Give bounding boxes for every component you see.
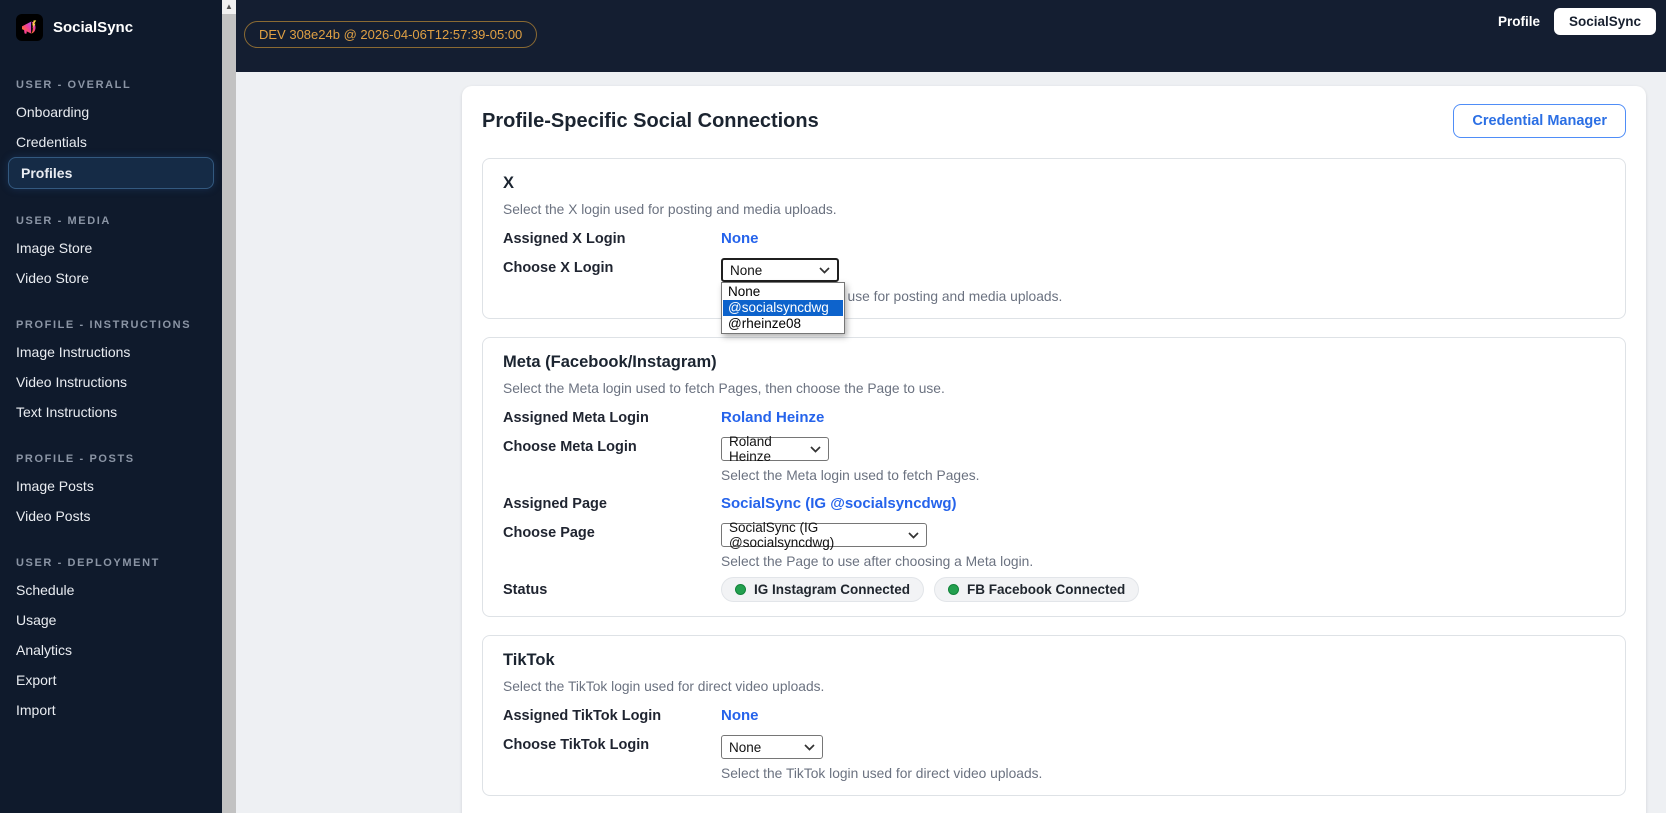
section-meta-heading: Meta (Facebook/Instagram) — [503, 353, 717, 371]
assigned-x-login-label: Assigned X Login — [503, 231, 626, 247]
sidebar-item-image-store[interactable]: Image Store — [0, 233, 222, 263]
x-login-dropdown: None @socialsyncdwg @rheinze08 — [721, 282, 845, 334]
nav-section-label: USER - MEDIA — [16, 215, 111, 227]
assigned-page-value: SocialSync (IG @socialsyncdwg) — [721, 494, 957, 512]
facebook-status-badge: FB Facebook Connected — [934, 576, 1140, 602]
nav-section-profile-instructions: PROFILE - INSTRUCTIONS Image Instruction… — [0, 313, 222, 427]
top-right-group: Profile SocialSync — [1498, 8, 1656, 35]
main-content-area: Profile-Specific Social Connections Cred… — [236, 72, 1666, 813]
connected-dot-icon — [735, 583, 746, 595]
section-tiktok: TikTok Select the TikTok login used for … — [482, 635, 1626, 796]
assigned-x-login-row: Assigned X Login None — [503, 225, 1605, 251]
assigned-meta-login-row: Assigned Meta Login Roland Heinze — [503, 404, 1605, 430]
credential-manager-button[interactable]: Credential Manager — [1453, 104, 1626, 138]
sidebar-item-credentials[interactable]: Credentials — [0, 127, 222, 157]
connections-card: Profile-Specific Social Connections Cred… — [462, 86, 1646, 813]
chevron-down-icon — [804, 743, 815, 751]
assigned-page-row: Assigned Page SocialSync (IG @socialsync… — [503, 490, 1605, 516]
status-row: Status IG Instagram Connected FB Faceboo… — [503, 576, 1605, 602]
sidebar-item-video-posts[interactable]: Video Posts — [0, 501, 222, 531]
sidebar-item-usage[interactable]: Usage — [0, 605, 222, 635]
choose-tiktok-login-label: Choose TikTok Login — [503, 737, 650, 753]
section-tiktok-description: Select the TikTok login used for direct … — [503, 679, 825, 694]
profile-selector-button[interactable]: SocialSync — [1553, 8, 1656, 35]
nav-section-label: USER - DEPLOYMENT — [16, 557, 160, 569]
sidebar-item-text-instructions[interactable]: Text Instructions — [0, 397, 222, 427]
choose-page-label: Choose Page — [503, 525, 595, 541]
sidebar-item-analytics[interactable]: Analytics — [0, 635, 222, 665]
choose-page-select[interactable]: SocialSync (IG @socialsyncdwg) — [721, 520, 927, 550]
sidebar-item-profiles[interactable]: Profiles — [8, 157, 214, 189]
nav-section-user-media: USER - MEDIA Image Store Video Store — [0, 209, 222, 293]
app-logo-row: SocialSync — [0, 0, 222, 53]
assigned-page-label: Assigned Page — [503, 496, 607, 512]
section-x-description: Select the X login used for posting and … — [503, 202, 837, 217]
assigned-tiktok-login-value: None — [721, 706, 759, 724]
sidebar: SocialSync USER - OVERALL Onboarding Cre… — [0, 0, 222, 813]
connected-dot-icon — [948, 583, 960, 595]
section-x-heading: X — [503, 174, 515, 192]
dropdown-option-rheinze08[interactable]: @rheinze08 — [723, 316, 843, 332]
choose-meta-login-helper: Select the Meta login used to fetch Page… — [721, 468, 980, 483]
choose-page-helper: Select the Page to use after choosing a … — [721, 554, 1034, 569]
megaphone-logo-icon — [16, 14, 43, 41]
instagram-status-badge: IG Instagram Connected — [721, 576, 925, 602]
chevron-down-icon — [908, 531, 919, 539]
scroll-up-arrow-icon[interactable]: ▲ — [222, 0, 236, 14]
card-header: Profile-Specific Social Connections Cred… — [482, 102, 1626, 140]
choose-tiktok-login-select[interactable]: None — [721, 735, 823, 759]
nav-section-label: PROFILE - POSTS — [16, 453, 135, 465]
assigned-tiktok-login-label: Assigned TikTok Login — [503, 708, 662, 724]
assigned-meta-login-value: Roland Heinze — [721, 408, 825, 426]
chevron-down-icon — [810, 445, 821, 453]
section-meta: Meta (Facebook/Instagram) Select the Met… — [482, 337, 1626, 617]
choose-meta-login-select[interactable]: Roland Heinze — [721, 434, 829, 464]
scrollbar-thumb[interactable] — [222, 14, 236, 813]
sidebar-item-image-posts[interactable]: Image Posts — [0, 471, 222, 501]
nav-section-profile-posts: PROFILE - POSTS Image Posts Video Posts — [0, 447, 222, 531]
dropdown-option-none[interactable]: None — [723, 284, 843, 300]
choose-x-login-row: Choose X Login None None @socialsyncdwg — [503, 258, 1605, 334]
vertical-scrollbar[interactable]: ▲ — [222, 0, 236, 813]
dev-build-badge: DEV 308e24b @ 2026-04-06T12:57:39-05:00 — [244, 21, 538, 48]
choose-x-login-select[interactable]: None — [721, 258, 839, 282]
choose-x-login-label: Choose X Login — [503, 260, 614, 276]
sidebar-item-onboarding[interactable]: Onboarding — [0, 97, 222, 127]
choose-meta-login-label: Choose Meta Login — [503, 439, 637, 455]
sidebar-item-video-instructions[interactable]: Video Instructions — [0, 367, 222, 397]
assigned-tiktok-login-row: Assigned TikTok Login None — [503, 702, 1605, 728]
section-x: X Select the X login used for posting an… — [482, 158, 1626, 334]
choose-tiktok-login-row: Choose TikTok Login None Select the TikT… — [503, 735, 1605, 781]
sidebar-item-video-store[interactable]: Video Store — [0, 263, 222, 293]
profile-label: Profile — [1497, 14, 1540, 29]
status-badges: IG Instagram Connected FB Facebook Conne… — [721, 576, 1140, 602]
sidebar-item-import[interactable]: Import — [0, 695, 222, 725]
choose-page-row: Choose Page SocialSync (IG @socialsyncdw… — [503, 520, 1605, 569]
sidebar-item-image-instructions[interactable]: Image Instructions — [0, 337, 222, 367]
nav-section-label: USER - OVERALL — [16, 79, 132, 91]
status-label: Status — [503, 582, 548, 598]
assigned-x-login-value: None — [721, 229, 759, 247]
nav-section-label: PROFILE - INSTRUCTIONS — [16, 319, 192, 331]
nav-section-user-deployment: USER - DEPLOYMENT Schedule Usage Analyti… — [0, 551, 222, 725]
sidebar-item-schedule[interactable]: Schedule — [0, 575, 222, 605]
section-tiktok-heading: TikTok — [503, 651, 555, 669]
choose-tiktok-login-helper: Select the TikTok login used for direct … — [721, 766, 1043, 781]
page-title: Profile-Specific Social Connections — [482, 109, 819, 132]
dropdown-option-socialsyncdwg[interactable]: @socialsyncdwg — [723, 300, 843, 316]
nav-section-user-overall: USER - OVERALL Onboarding Credentials Pr… — [0, 73, 222, 189]
section-meta-description: Select the Meta login used to fetch Page… — [503, 381, 945, 396]
top-bar: DEV 308e24b @ 2026-04-06T12:57:39-05:00 … — [236, 0, 1666, 72]
sidebar-item-export[interactable]: Export — [0, 665, 222, 695]
chevron-down-icon — [819, 266, 830, 274]
choose-meta-login-row: Choose Meta Login Roland Heinze Select t… — [503, 434, 1605, 483]
assigned-meta-login-label: Assigned Meta Login — [503, 410, 649, 426]
app-name: SocialSync — [53, 19, 134, 36]
